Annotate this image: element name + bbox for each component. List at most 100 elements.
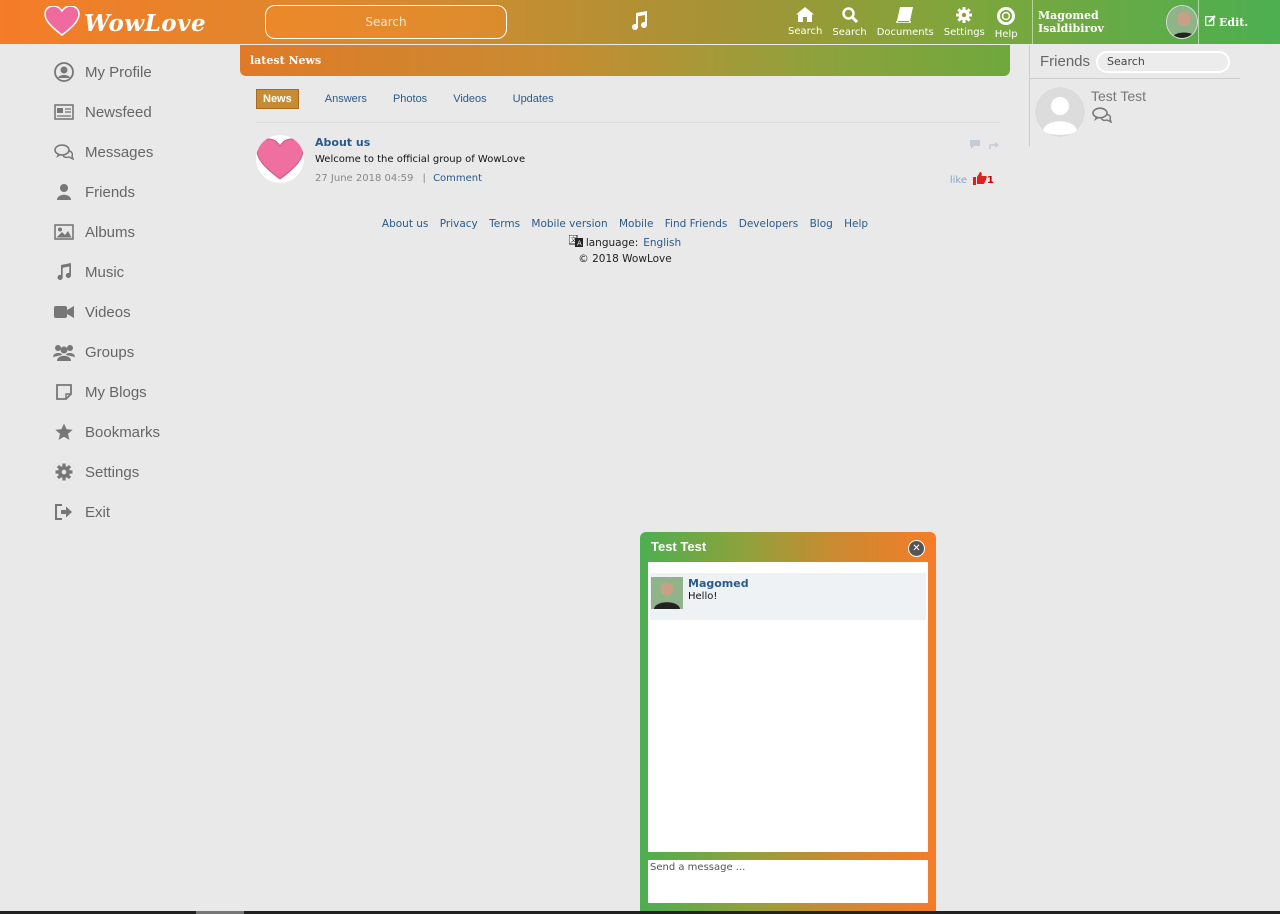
sidebar-item-newsfeed[interactable]: Newsfeed: [52, 92, 232, 132]
footer-link-privacy[interactable]: Privacy: [440, 218, 478, 230]
top-user[interactable]: Magomed Isaldibirov: [1032, 0, 1198, 44]
language-value[interactable]: English: [643, 237, 681, 249]
comment-icon[interactable]: [969, 135, 981, 154]
friend-name[interactable]: Test Test: [1091, 88, 1146, 104]
logo[interactable]: WowLove: [44, 5, 207, 40]
logo-text: WowLove: [84, 9, 207, 37]
like-label[interactable]: like: [950, 175, 967, 186]
friends-search-input[interactable]: [1096, 50, 1231, 73]
footer: About us Privacy Terms Mobile version Mo…: [240, 218, 1010, 265]
tab-updates[interactable]: Updates: [513, 93, 554, 105]
sidebar-item-music[interactable]: Music: [52, 252, 232, 292]
post-title[interactable]: About us: [315, 136, 370, 149]
footer-link-about[interactable]: About us: [382, 218, 429, 230]
chat-bubbles-icon[interactable]: [1092, 107, 1113, 127]
gear-icon: [956, 7, 973, 26]
comment-link[interactable]: Comment: [433, 173, 482, 184]
avatar[interactable]: [651, 577, 683, 609]
user-circle-icon: [52, 60, 76, 84]
sidebar-item-bookmarks[interactable]: Bookmarks: [52, 412, 232, 452]
tab-photos[interactable]: Photos: [393, 93, 427, 105]
gear-icon: [52, 460, 76, 484]
chat-title[interactable]: Test Test: [651, 539, 706, 554]
user-icon: [52, 180, 76, 204]
sidebar-item-exit[interactable]: Exit: [52, 492, 232, 532]
user-name: Magomed Isaldibirov: [1038, 9, 1104, 35]
footer-link-help[interactable]: Help: [844, 218, 868, 230]
avatar[interactable]: [1165, 5, 1198, 39]
footer-link-find-friends[interactable]: Find Friends: [665, 218, 728, 230]
close-icon[interactable]: ✕: [908, 540, 925, 557]
top-search-input[interactable]: [265, 5, 507, 39]
post-meta: 27 June 2018 04:59 | Comment: [315, 173, 482, 184]
edit-profile-button[interactable]: Edit.: [1198, 0, 1280, 44]
post-avatar[interactable]: [256, 135, 304, 183]
nav-settings[interactable]: Settings: [944, 7, 985, 40]
sidebar-item-my-blogs[interactable]: My Blogs: [52, 372, 232, 412]
tab-videos[interactable]: Videos: [453, 93, 486, 105]
edit-label: Edit.: [1219, 15, 1249, 29]
friends-title: Friends: [1040, 53, 1091, 70]
main-content: latest News News Answers Photos Videos U…: [240, 45, 1010, 195]
sidebar-item-label: Music: [85, 263, 125, 281]
sidebar-item-messages[interactable]: Messages: [52, 132, 232, 172]
chat-message: Magomed Hello!: [650, 573, 926, 620]
sidebar-item-label: Groups: [85, 343, 135, 361]
sidebar-item-label: My Profile: [85, 63, 152, 81]
home-icon: [796, 7, 815, 25]
heart-logo-icon: [44, 5, 80, 40]
share-icon[interactable]: [989, 135, 1000, 154]
language-selector: 文A language: English: [240, 234, 1010, 250]
sidebar-item-friends[interactable]: Friends: [52, 172, 232, 212]
sign-out-icon: [52, 500, 76, 524]
news-tabs: News Answers Photos Videos Updates: [256, 88, 1000, 123]
footer-links: About us Privacy Terms Mobile version Mo…: [240, 218, 1010, 230]
nav-home[interactable]: Search: [788, 7, 822, 40]
post-text: Welcome to the official group of WowLove: [315, 154, 526, 165]
sidebar-item-settings[interactable]: Settings: [52, 452, 232, 492]
sidebar: My Profile Newsfeed Messages Friends Alb…: [52, 52, 232, 532]
friend-avatar[interactable]: [1035, 87, 1085, 137]
music-player-icon[interactable]: [628, 10, 650, 36]
copyright: © 2018 WowLove: [578, 253, 672, 265]
footer-link-mobile-version[interactable]: Mobile version: [531, 218, 607, 230]
sidebar-item-albums[interactable]: Albums: [52, 212, 232, 252]
sidebar-item-videos[interactable]: Videos: [52, 292, 232, 332]
sidebar-item-label: Albums: [85, 223, 136, 241]
nav-label: Search: [832, 27, 867, 38]
friend-item[interactable]: Test Test: [1030, 79, 1240, 139]
nav-help[interactable]: Help: [995, 7, 1018, 40]
footer-link-mobile[interactable]: Mobile: [619, 218, 653, 230]
sidebar-item-label: Friends: [85, 183, 136, 201]
edit-icon: [1205, 15, 1216, 29]
post-actions: [969, 135, 1000, 154]
nav-documents[interactable]: Documents: [877, 7, 934, 40]
meta-separator: |: [422, 173, 426, 184]
lifebuoy-icon: [997, 7, 1016, 28]
note-icon: [52, 380, 76, 404]
footer-link-developers[interactable]: Developers: [739, 218, 798, 230]
friends-panel: Friends Test Test: [1029, 45, 1240, 146]
nav-search[interactable]: Search: [832, 7, 867, 40]
chat-message-input[interactable]: [648, 860, 928, 903]
group-icon: [52, 340, 76, 364]
sidebar-item-my-profile[interactable]: My Profile: [52, 52, 232, 92]
footer-link-terms[interactable]: Terms: [489, 218, 520, 230]
message-author[interactable]: Magomed: [688, 577, 749, 590]
sidebar-item-groups[interactable]: Groups: [52, 332, 232, 372]
thumbs-up-icon[interactable]: [973, 172, 987, 188]
sidebar-item-label: Settings: [85, 463, 140, 481]
chat-bubbles-icon: [52, 140, 76, 164]
music-icon: [52, 260, 76, 284]
svg-text:文: 文: [570, 236, 576, 244]
like-count: 1: [987, 174, 994, 186]
message-text: Hello!: [688, 591, 718, 602]
like-area[interactable]: like 1: [950, 172, 994, 188]
footer-link-blog[interactable]: Blog: [810, 218, 833, 230]
tab-news[interactable]: News: [256, 88, 299, 109]
top-nav: Search Search Documents Settings Help: [788, 7, 1028, 40]
nav-label: Help: [994, 29, 1018, 40]
nav-label: Search: [788, 26, 823, 37]
tab-answers[interactable]: Answers: [325, 93, 367, 105]
sidebar-item-label: Exit: [85, 503, 111, 521]
